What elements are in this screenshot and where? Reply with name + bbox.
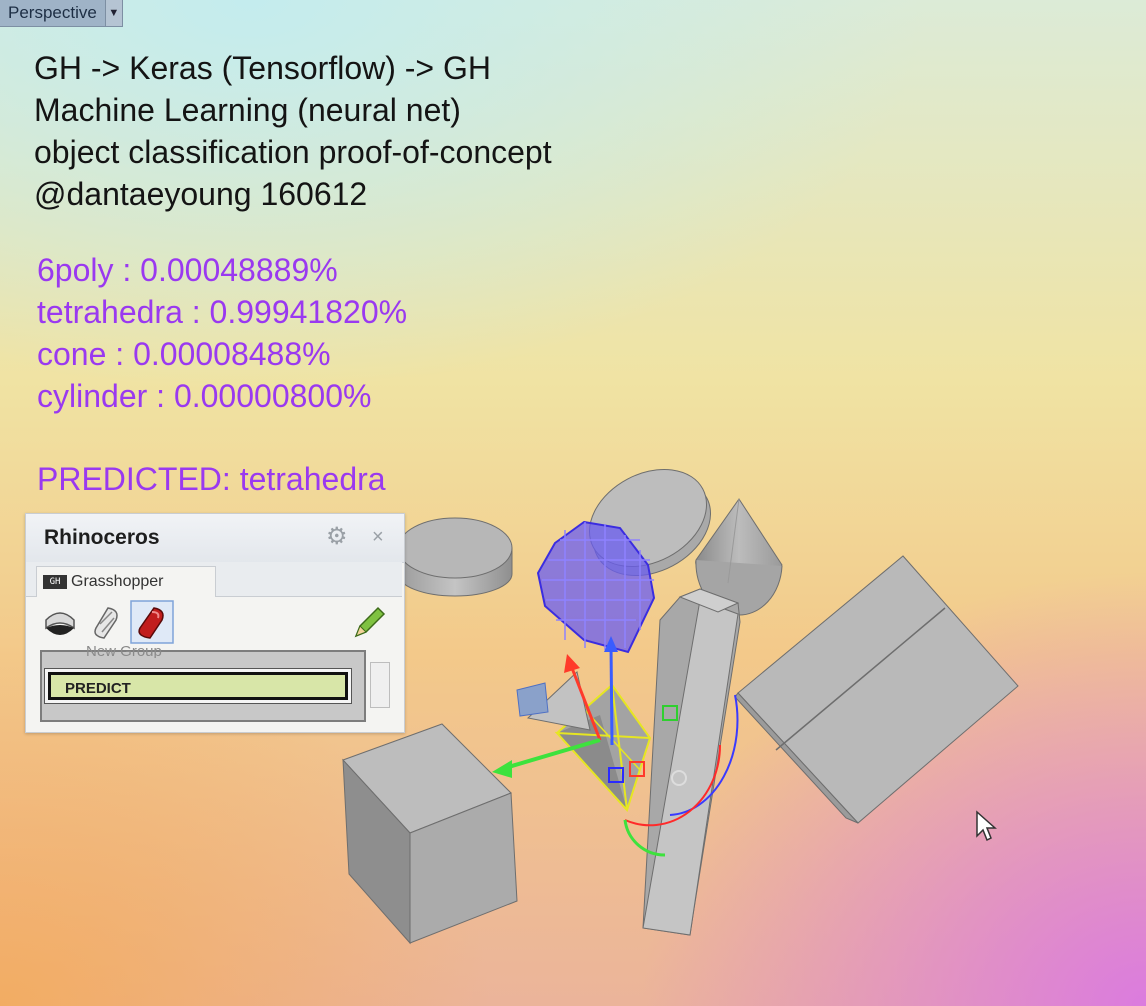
3d-scene[interactable] (0, 0, 1146, 1006)
predict-button[interactable]: PREDICT (48, 672, 348, 700)
panel-header: Rhinoceros ⚙ × (26, 514, 404, 563)
pyramid-small[interactable] (516, 671, 591, 731)
perspective-viewport[interactable]: Perspective ▼ GH -> Keras (Tensorflow) -… (0, 0, 1146, 1006)
tab-grasshopper[interactable]: GH Grasshopper (36, 566, 216, 597)
panel-toolbar (40, 600, 390, 646)
preview-eye-icon[interactable] (40, 602, 80, 642)
prism-long[interactable] (642, 588, 741, 936)
wireframe-preview-icon[interactable] (86, 602, 126, 642)
gear-icon[interactable]: ⚙ (326, 525, 348, 549)
grasshopper-group[interactable]: New Group PREDICT (40, 646, 366, 722)
mouse-pointer-icon (976, 810, 997, 842)
group-label: New Group (86, 646, 162, 658)
panel-scrollbar[interactable] (370, 662, 390, 708)
close-icon[interactable]: × (372, 527, 384, 547)
panel-tabs: GH Grasshopper (26, 562, 402, 597)
panel-title: Rhinoceros (44, 526, 160, 549)
pencil-icon[interactable] (348, 602, 388, 642)
rhinoceros-panel[interactable]: Rhinoceros ⚙ × GH Grasshopper New Group … (25, 513, 405, 733)
tab-grasshopper-label: Grasshopper (71, 573, 164, 590)
disc-left[interactable] (397, 517, 513, 597)
box-small[interactable] (342, 723, 518, 945)
box-large[interactable] (734, 555, 1019, 824)
shaded-preview-icon[interactable] (130, 600, 174, 644)
grasshopper-icon: GH (43, 575, 67, 589)
